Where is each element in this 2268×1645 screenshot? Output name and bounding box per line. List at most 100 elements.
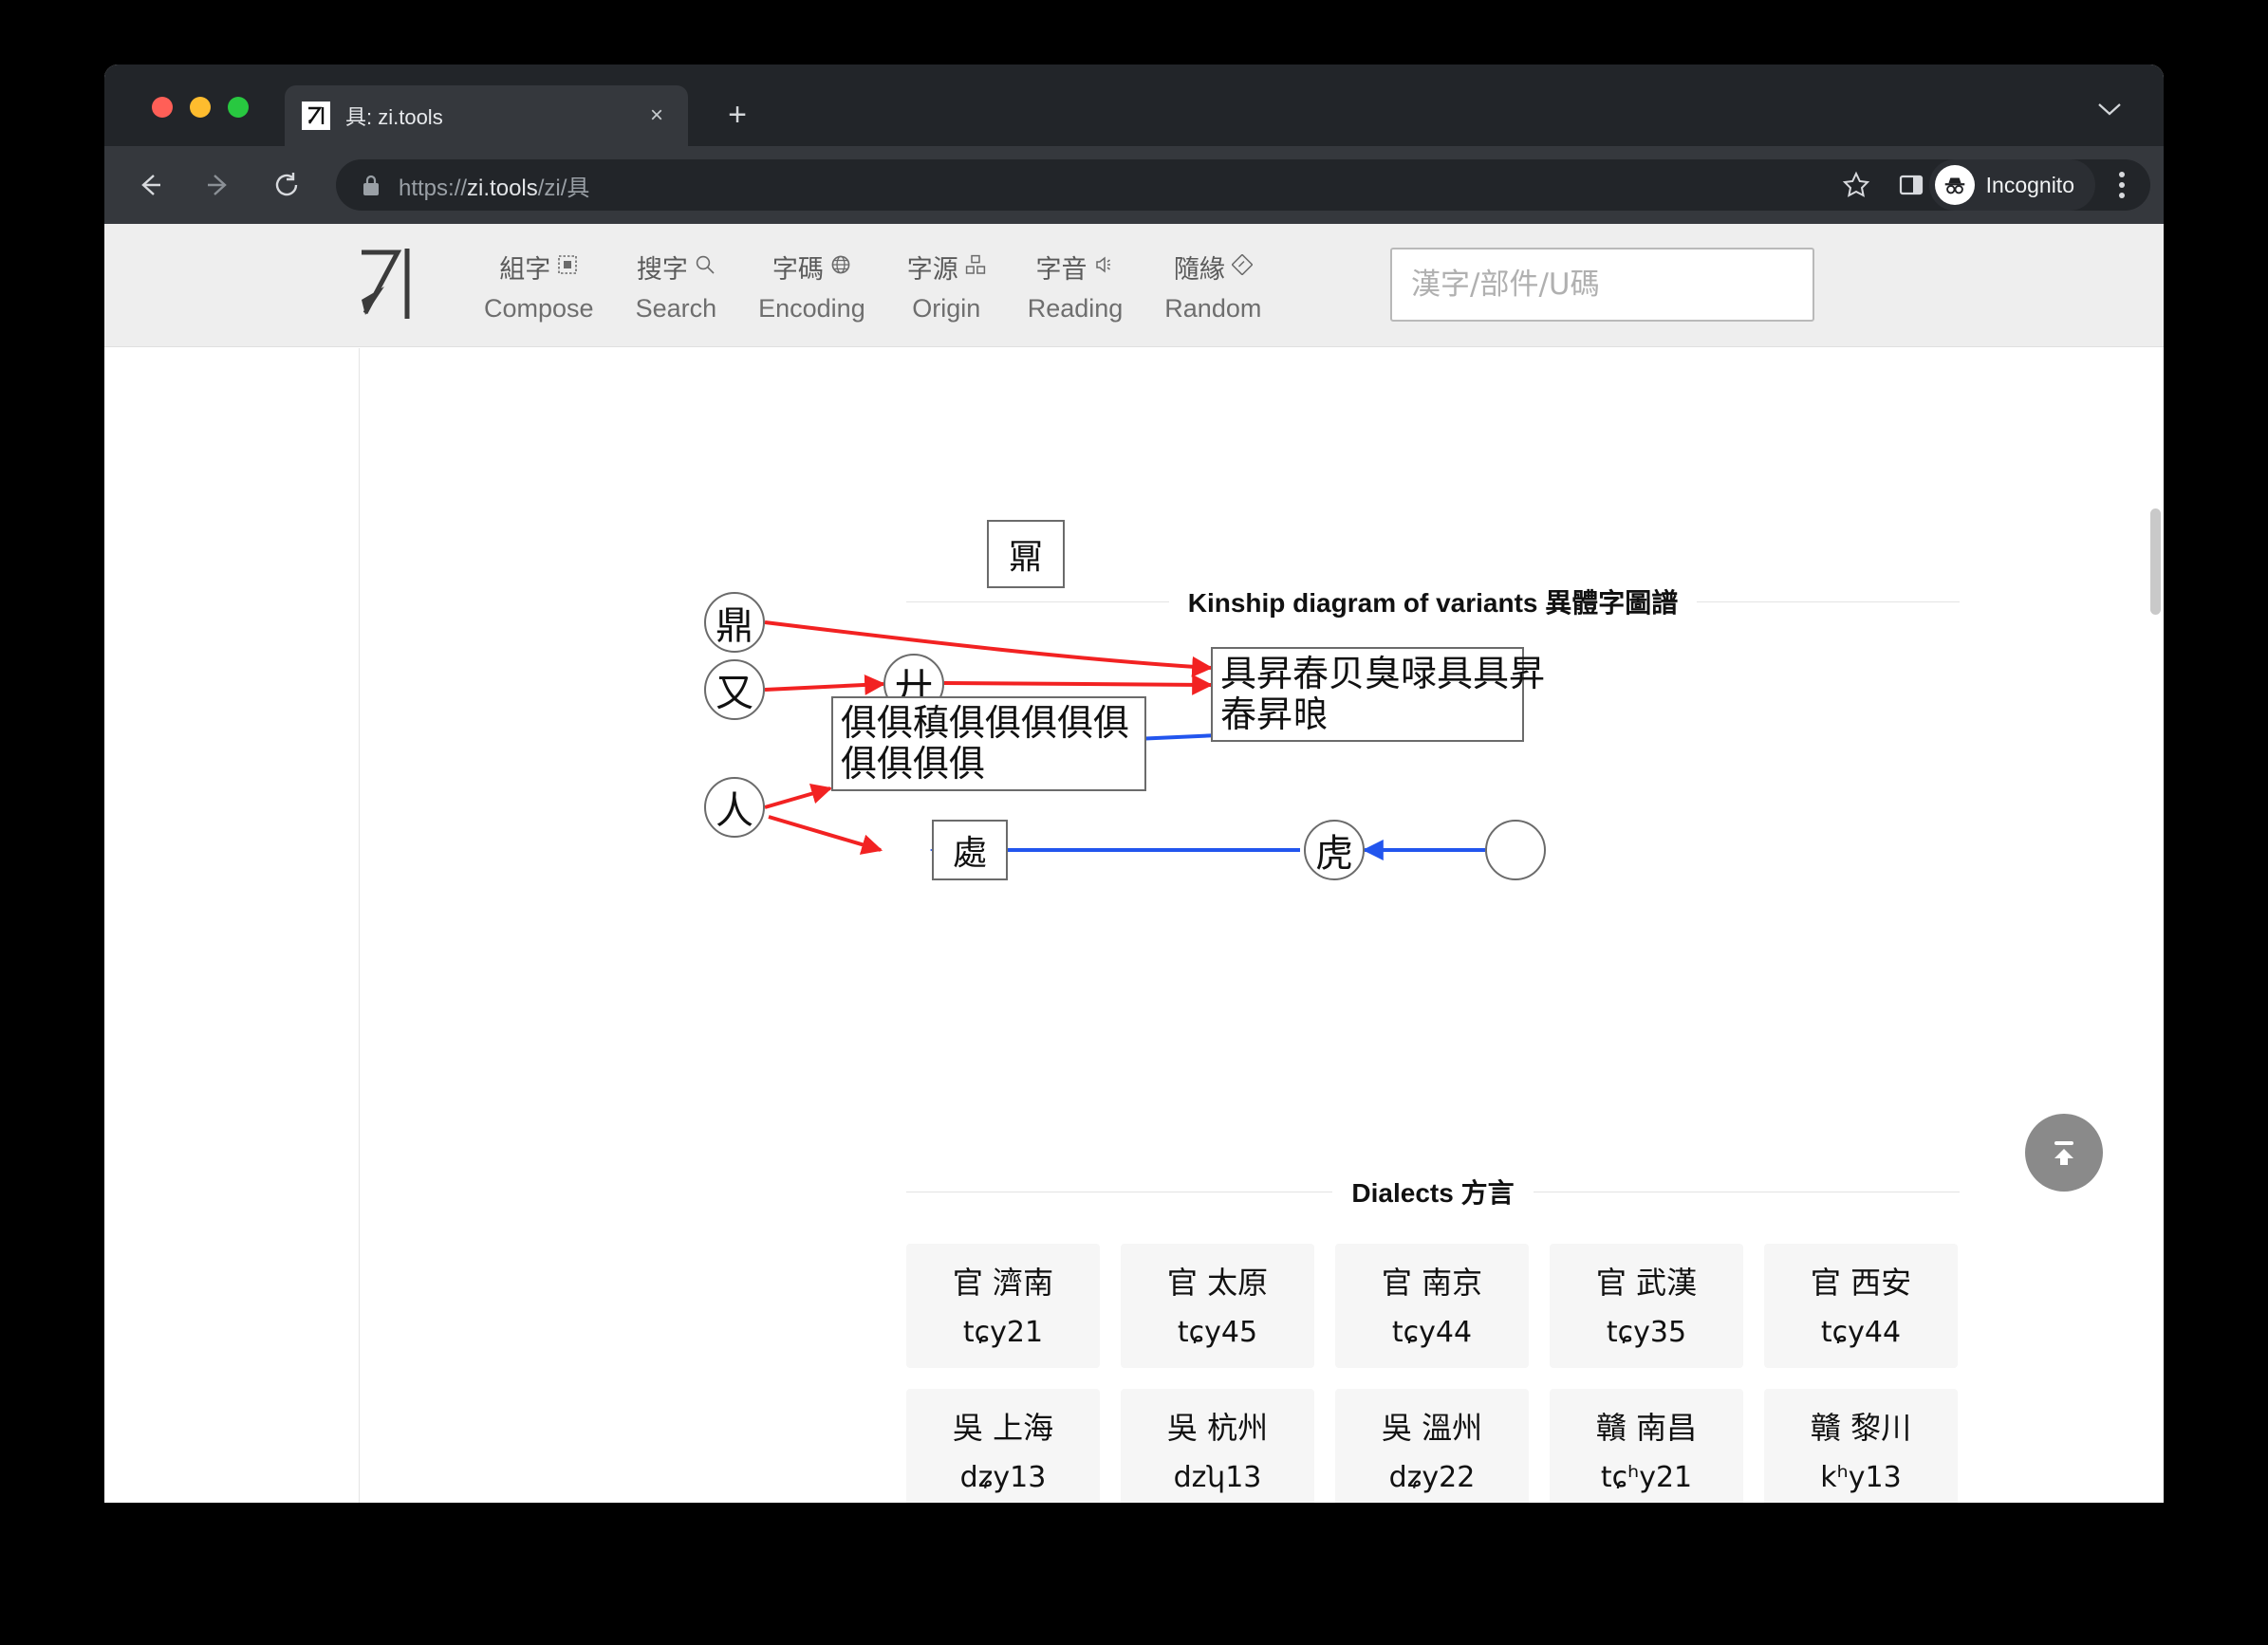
kinship-node-ju-person-variants[interactable]: 俱俱稹俱俱俱俱俱 俱俱俱俱 [831, 696, 1146, 791]
dialects-section-title: Dialects 方言 [1351, 1178, 1515, 1208]
dialect-reading: dzʮ13 [1173, 1460, 1262, 1494]
dialect-card[interactable]: 官 武漢 tɕy35 [1550, 1244, 1743, 1368]
dialect-card-readings: dʑy22 [1389, 1459, 1476, 1498]
globe-icon [830, 252, 851, 282]
incognito-icon [1934, 165, 1975, 205]
chevron-down-icon[interactable] [2097, 97, 2122, 123]
side-panel-icon[interactable] [1888, 162, 1934, 208]
page-scrollbar-thumb[interactable] [2150, 508, 2161, 615]
nav-item-search[interactable]: 搜字 Search [615, 249, 738, 323]
lock-icon [361, 173, 381, 197]
new-tab-button[interactable]: + [719, 99, 755, 131]
dialect-card[interactable]: 贛 黎川 kʰy13 [1764, 1388, 1958, 1503]
dialect-card[interactable]: 吳 杭州 dzʮ13 [1121, 1388, 1314, 1503]
dialect-card-place: 官 濟南 [952, 1265, 1054, 1301]
browser-menu-icon[interactable] [2103, 162, 2141, 208]
tree-icon [965, 252, 986, 282]
dialect-card-place: 官 武漢 [1595, 1265, 1698, 1301]
nav-item-origin-cn: 字源 [907, 249, 986, 286]
dialect-card-readings: dzʮ13 [1174, 1459, 1262, 1498]
page-scrollbar-track[interactable] [2148, 348, 2164, 1503]
profile-incognito-button[interactable]: Incognito [1928, 159, 2095, 211]
address-bar-url: https://zi.tools/zi/具 [399, 175, 590, 201]
kinship-node-you[interactable]: 又 [704, 659, 765, 720]
reload-button[interactable] [264, 162, 309, 208]
nav-item-random-en: Random [1164, 294, 1262, 323]
kinship-node-guang[interactable]: 處 [932, 820, 1008, 880]
kinship-node-ding[interactable]: 鼎 [704, 592, 765, 653]
profile-label: Incognito [1985, 172, 2074, 197]
content-column-divider [359, 348, 360, 1503]
nav-item-origin-en: Origin [912, 294, 981, 323]
kinship-node-chu[interactable]: 虎 [1304, 820, 1365, 880]
close-tab-icon[interactable]: × [642, 101, 671, 131]
nav-item-search-en: Search [635, 294, 717, 323]
dialect-card[interactable]: 贛 南昌 tɕʰy21 [1550, 1388, 1743, 1503]
kinship-node-ju-variants[interactable]: 具昇㫪贝臭㖨具具昇 㫪昇㫰 [1211, 647, 1545, 742]
nav-item-reading-en: Reading [1027, 294, 1124, 323]
site-search-box[interactable] [1390, 248, 1814, 322]
dialect-reading: tɕy45 [1177, 1316, 1258, 1349]
zi-logo-icon[interactable] [356, 243, 415, 324]
dialect-reading: tɕʰy21 [1600, 1460, 1693, 1494]
dialect-reading: tɕy44 [1391, 1316, 1473, 1349]
nav-item-search-cn: 搜字 [637, 249, 716, 286]
back-button[interactable] [127, 162, 173, 208]
dialect-card-readings: tɕy45 [1178, 1314, 1257, 1353]
dialect-card-place: 吳 溫州 [1381, 1409, 1483, 1446]
nav-item-origin[interactable]: 字源 Origin [886, 249, 1007, 323]
browser-tab[interactable]: 具: zi.tools × [285, 85, 688, 146]
arrow-up-to-line-icon [2054, 1141, 2073, 1165]
forward-button[interactable] [195, 162, 241, 208]
dialect-card-place: 官 南京 [1381, 1265, 1483, 1301]
glyph: 又 [716, 672, 753, 715]
nav-item-encoding[interactable]: 字碼 Encoding [737, 249, 886, 323]
dialect-card-place: 贛 南昌 [1595, 1409, 1698, 1446]
dialect-card[interactable]: 吳 溫州 dʑy22 [1335, 1388, 1529, 1503]
dialect-reading: dʑy13 [959, 1460, 1047, 1494]
maximize-window-button[interactable] [228, 97, 249, 118]
nav-item-compose[interactable]: 組字 Compose [463, 249, 615, 323]
kinship-node-hu[interactable] [1485, 820, 1546, 880]
dialect-card-readings: tɕʰy21 [1601, 1459, 1692, 1498]
site-nav: 組字 Compose 搜字 Search 字碼 Encoding 字源 Orig… [463, 249, 1282, 323]
nav-item-random[interactable]: 隨緣 Random [1143, 249, 1282, 323]
minimize-window-button[interactable] [190, 97, 211, 118]
bookmark-star-icon[interactable] [1833, 162, 1879, 208]
nav-item-reading-cn: 字音 [1036, 249, 1115, 286]
nav-item-reading[interactable]: 字音 Reading [1007, 249, 1144, 323]
dialect-card-place: 吳 上海 [952, 1409, 1054, 1446]
dialect-card[interactable]: 官 太原 tɕy45 [1121, 1244, 1314, 1368]
dialect-card[interactable]: 官 濟南 tɕy21 [906, 1244, 1100, 1368]
browser-window: 具: zi.tools × + https://zi.tools/zi/具 In… [104, 65, 2164, 1503]
variant-row: 具昇㫪贝臭㖨具具昇 [1220, 653, 1546, 695]
dialect-card-readings: tɕy21 [963, 1314, 1043, 1353]
search-input[interactable] [1411, 268, 1794, 302]
dialect-card[interactable]: 官 西安 tɕy44 [1764, 1244, 1958, 1368]
dialect-card-readings: kʰy13 [1820, 1459, 1901, 1498]
dialect-reading: tɕy44 [1820, 1316, 1902, 1349]
nav-item-encoding-cn: 字碼 [772, 249, 851, 286]
browser-toolbar: https://zi.tools/zi/具 Incognito [104, 146, 2164, 224]
dialect-card-place: 贛 黎川 [1810, 1409, 1912, 1446]
dialect-card-readings: tɕy44 [1821, 1314, 1901, 1353]
kinship-node-top-variant[interactable]: 鼏 [987, 520, 1065, 588]
variant-row: 俱俱稹俱俱俱俱俱 [841, 702, 1130, 745]
close-window-button[interactable] [152, 97, 173, 118]
dialect-card-place: 官 太原 [1166, 1265, 1269, 1301]
dialect-card[interactable]: 官 南京 tɕy44 [1335, 1244, 1529, 1368]
menu-dot [2119, 182, 2125, 188]
glyph: 人 [716, 789, 753, 833]
dialect-card[interactable]: 吳 上海 dʑy13 [906, 1388, 1100, 1503]
glyph: 鼎 [716, 604, 753, 648]
kinship-node-ren[interactable]: 人 [704, 777, 765, 838]
tab-strip: 具: zi.tools × + [104, 65, 2164, 146]
dialects-section-header: Dialects 方言 [906, 1173, 1960, 1211]
glyph: 鼏 [1008, 538, 1043, 577]
site-header: 組字 Compose 搜字 Search 字碼 Encoding 字源 Orig… [104, 224, 2164, 347]
dialect-reading: dʑy22 [1388, 1460, 1476, 1494]
kinship-diagram: 鼏 鼎 又 廾 具昇㫪贝臭㖨具具昇 㫪昇㫰 人 俱俱稹俱俱俱俱俱 俱俱俱俱 處 … [674, 508, 1765, 907]
scroll-to-top-button[interactable] [2025, 1114, 2103, 1192]
magnifier-icon [695, 252, 716, 282]
window-traffic-lights [152, 97, 249, 118]
